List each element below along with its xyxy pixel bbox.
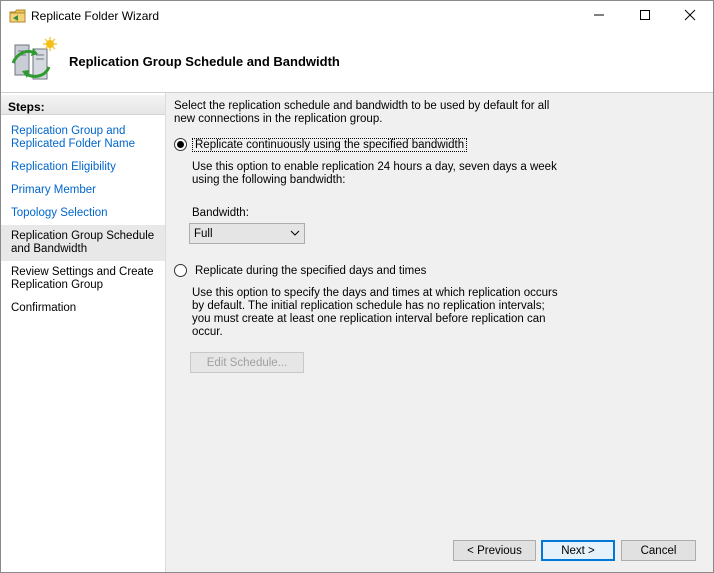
step-review-settings: Review Settings and Create Replication G…: [11, 266, 154, 291]
steps-panel: Steps: Replication Group and Replicated …: [1, 93, 166, 572]
radio-label-continuous[interactable]: Replicate continuously using the specifi…: [191, 137, 468, 152]
step-confirmation: Confirmation: [11, 302, 77, 314]
previous-button[interactable]: < Previous: [453, 540, 536, 561]
replication-servers-icon: [9, 37, 57, 85]
intro-text: Select the replication schedule and band…: [174, 100, 550, 125]
content-panel: Select the replication schedule and band…: [166, 93, 713, 572]
close-icon: [684, 9, 696, 24]
continuous-description: Use this option to enable replication 24…: [192, 161, 557, 186]
maximize-button[interactable]: [622, 1, 668, 31]
step-topology-selection[interactable]: Topology Selection: [1, 207, 165, 220]
bandwidth-select[interactable]: Full: [189, 223, 305, 244]
edit-schedule-button[interactable]: Edit Schedule...: [190, 352, 304, 373]
bandwidth-value: Full: [194, 227, 213, 240]
page-title: Replication Group Schedule and Bandwidth: [69, 54, 340, 69]
radio-button-unselected[interactable]: [174, 264, 187, 277]
radio-label-scheduled[interactable]: Replicate during the specified days and …: [193, 265, 428, 277]
radio-replicate-scheduled[interactable]: Replicate during the specified days and …: [174, 264, 428, 277]
radio-button-selected[interactable]: [174, 138, 187, 151]
wizard-window: Replicate Folder Wizard Replication Grou…: [0, 0, 714, 573]
folder-wizard-icon: [9, 7, 27, 25]
step-primary-member[interactable]: Primary Member: [1, 184, 165, 197]
step-replication-group-name[interactable]: Replication Group and Replicated Folder …: [1, 125, 165, 151]
maximize-icon: [639, 9, 651, 24]
radio-replicate-continuously[interactable]: Replicate continuously using the specifi…: [174, 137, 468, 152]
bandwidth-label: Bandwidth:: [192, 207, 249, 219]
wizard-header: Replication Group Schedule and Bandwidth: [1, 31, 713, 93]
minimize-button[interactable]: [576, 1, 622, 31]
step-replication-eligibility[interactable]: Replication Eligibility: [1, 161, 165, 174]
minimize-icon: [593, 9, 605, 24]
window-title: Replicate Folder Wizard: [31, 9, 160, 23]
schedule-description: Use this option to specify the days and …: [192, 287, 558, 338]
steps-heading: Steps:: [1, 95, 165, 115]
next-button[interactable]: Next >: [541, 540, 615, 561]
title-bar[interactable]: Replicate Folder Wizard: [1, 1, 713, 31]
close-button[interactable]: [667, 1, 713, 31]
chevron-down-icon: [290, 227, 300, 242]
cancel-button[interactable]: Cancel: [621, 540, 696, 561]
step-schedule-bandwidth: Replication Group Schedule and Bandwidth: [1, 225, 165, 261]
